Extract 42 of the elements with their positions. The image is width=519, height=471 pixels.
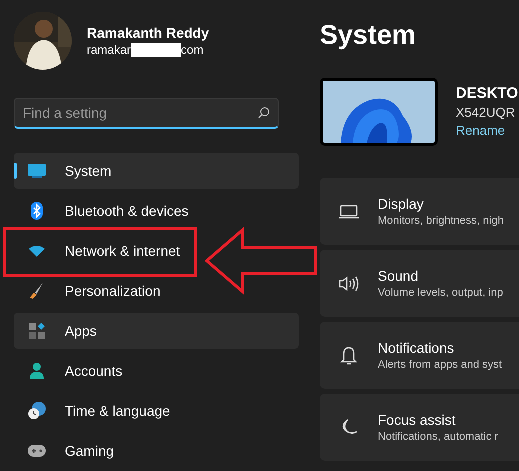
settings-card[interactable]: Focus assist Notifications, automatic r — [320, 394, 519, 461]
sidebar-item[interactable]: Apps — [14, 313, 299, 349]
settings-card[interactable]: Display Monitors, brightness, nigh — [320, 178, 519, 245]
sidebar-item[interactable]: Accounts — [14, 353, 299, 389]
bell-icon — [340, 346, 358, 366]
setting-title: Display — [378, 194, 425, 212]
settings-card[interactable]: Notifications Alerts from apps and syst — [320, 322, 519, 389]
account-email: ramakar — [87, 42, 132, 58]
speaker-icon — [339, 276, 359, 292]
laptop-icon — [339, 204, 359, 218]
monitor-icon — [28, 164, 46, 178]
brush-icon — [30, 283, 44, 299]
setting-description: Alerts from apps and syst — [378, 358, 502, 372]
sidebar-item[interactable]: Personalization — [14, 273, 299, 309]
wifi-icon — [29, 245, 45, 257]
device-name: DESKTO — [456, 84, 518, 104]
sidebar-item[interactable]: Gaming — [14, 433, 299, 469]
setting-description: Volume levels, output, inp — [378, 286, 504, 300]
setting-title: Focus assist — [378, 410, 457, 428]
selection-indicator — [14, 163, 17, 179]
setting-description: Monitors, brightness, nigh — [378, 214, 504, 228]
globe-clock-icon — [28, 402, 46, 420]
account-name: Ramakanth Reddy — [87, 24, 210, 42]
bluetooth-icon — [31, 202, 43, 220]
sidebar-item[interactable]: Bluetooth & devices — [14, 193, 299, 229]
apps-icon — [29, 323, 45, 339]
account-email-domain: com — [181, 42, 204, 58]
gamepad-icon — [28, 445, 46, 457]
sidebar-item[interactable]: Time & language — [14, 393, 299, 429]
page-title: System — [320, 19, 418, 52]
sidebar-item[interactable]: Network & internet — [14, 233, 299, 269]
search-icon[interactable] — [258, 107, 270, 119]
moon-icon — [340, 418, 358, 436]
setting-description: Notifications, automatic r — [378, 430, 498, 444]
rename-link[interactable]: Rename — [456, 122, 518, 140]
search-field[interactable]: Find a setting — [14, 98, 279, 129]
setting-title: Notifications — [378, 338, 456, 356]
sidebar-item[interactable]: System — [14, 153, 299, 189]
person-icon — [29, 363, 45, 379]
setting-title: Sound — [378, 266, 420, 284]
device-model: X542UQR — [456, 104, 516, 122]
settings-card[interactable]: Sound Volume levels, output, inp — [320, 250, 519, 317]
